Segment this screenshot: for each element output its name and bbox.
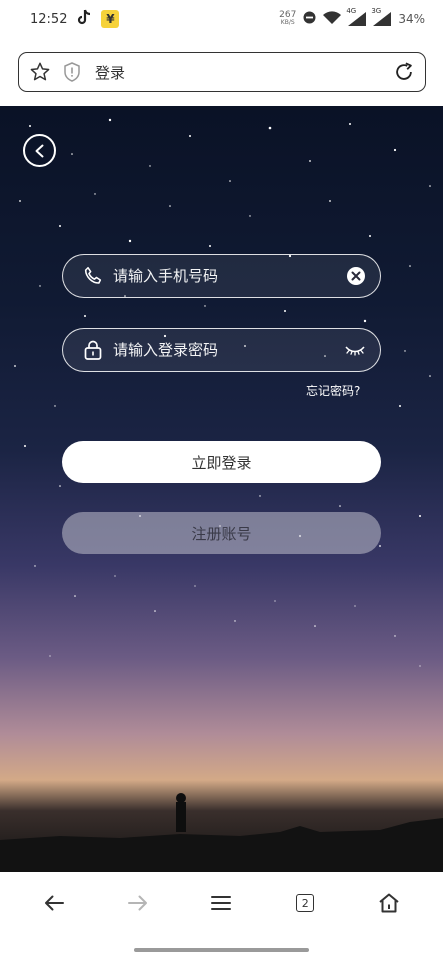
chevron-left-icon [35, 144, 43, 157]
password-input[interactable] [113, 341, 344, 359]
signal-4g-icon: 4G [346, 7, 367, 26]
net-speed: 267 KB/S [279, 11, 296, 27]
clear-icon[interactable] [346, 266, 366, 286]
address-bar[interactable]: 登录 [18, 52, 426, 92]
tiktok-icon [77, 9, 91, 29]
dnd-icon [303, 11, 316, 27]
register-button[interactable]: 注册账号 [62, 512, 381, 554]
starry-background [0, 106, 443, 872]
net-3g-label: 3G [371, 7, 382, 15]
status-time: 12:52 [30, 11, 68, 27]
page-title: 登录 [95, 63, 126, 82]
status-bar: 12:52 ¥ 267 KB/S 4G 3G 34% [0, 0, 443, 38]
net-4g-label: 4G [346, 7, 357, 15]
phone-icon [81, 265, 105, 287]
yen-icon: ¥ [101, 10, 120, 28]
reload-icon[interactable] [393, 61, 415, 83]
menu-icon[interactable] [201, 883, 241, 923]
shield-icon[interactable] [63, 62, 81, 82]
forward-arrow-icon[interactable] [118, 883, 158, 923]
net-speed-unit: KB/S [280, 19, 295, 26]
password-field[interactable] [62, 328, 381, 372]
signal-3g-icon: 3G [371, 7, 392, 26]
lock-icon [81, 339, 105, 361]
browser-bottom-nav: 2 [0, 872, 443, 934]
login-button[interactable]: 立即登录 [62, 441, 381, 483]
forgot-password-link[interactable]: 忘记密码? [306, 382, 360, 399]
home-icon[interactable] [369, 883, 409, 923]
home-indicator[interactable] [134, 948, 309, 952]
tabs-button[interactable]: 2 [285, 883, 325, 923]
horizon-silhouette [0, 793, 443, 872]
back-button[interactable] [23, 134, 56, 167]
battery-level: 34% [398, 12, 425, 26]
wifi-icon [323, 11, 342, 27]
stars-layer [14, 118, 431, 667]
star-icon[interactable] [29, 61, 51, 83]
net-speed-value: 267 [279, 10, 297, 20]
tabs-icon: 2 [296, 894, 315, 912]
phone-input[interactable] [113, 267, 346, 285]
phone-field[interactable] [62, 254, 381, 298]
back-arrow-icon[interactable] [34, 883, 74, 923]
eye-closed-icon[interactable] [344, 343, 366, 357]
